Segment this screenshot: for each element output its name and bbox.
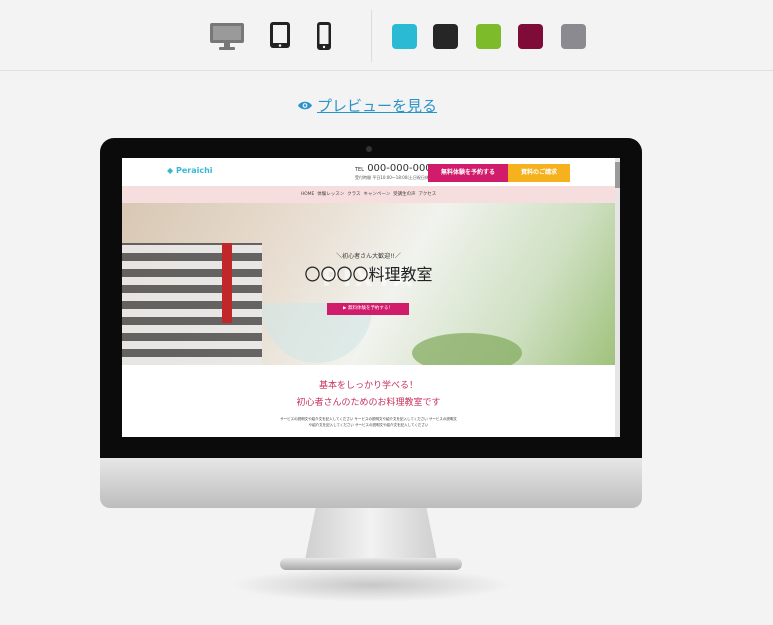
camera-dot: [366, 146, 372, 152]
preview-screen[interactable]: ◆ Peraichi TEL 000-000-0000 受付時間 平日10:00…: [122, 158, 620, 437]
color-swatch-cyan[interactable]: [392, 24, 417, 49]
monitor-chin: [100, 458, 642, 508]
nav-item-voice[interactable]: 受講生の声: [393, 192, 416, 197]
color-swatch-gray[interactable]: [561, 24, 586, 49]
nav-item-home[interactable]: HOME: [301, 192, 315, 197]
site-tel: TEL 000-000-0000: [355, 163, 439, 174]
hero-photo-salad: [412, 333, 522, 365]
nav-item-class[interactable]: クラス: [347, 192, 360, 197]
monitor-base: [280, 558, 462, 570]
smartphone-icon[interactable]: [314, 21, 334, 51]
hero-title: 〇〇〇〇料理教室: [304, 265, 433, 284]
preview-scrollbar[interactable]: [615, 158, 620, 437]
monitor-shadow: [230, 568, 512, 602]
section-body-line2: や紹介文を記入してください サービスの説明文や紹介文を記入してください: [308, 423, 429, 427]
eye-icon: [298, 101, 312, 109]
docs-request-button[interactable]: 資料のご請求: [508, 164, 570, 182]
site-header: ◆ Peraichi TEL 000-000-0000 受付時間 平日10:00…: [122, 158, 615, 186]
site-hours: 受付時間 平日10:00〜18:00(土日祝日休業): [355, 175, 435, 180]
nav-item-trial[interactable]: 体験レッスン: [317, 192, 344, 197]
site-nav: HOME 体験レッスン クラス キャンペーン 受講生の声 アクセス: [122, 186, 615, 203]
logo-icon: ◆: [167, 166, 174, 175]
toolbar-divider: [371, 10, 372, 62]
content-section: 基本をしっかり学べる！ 初心者さんのためのお料理教室です サービスの説明文や紹介…: [122, 365, 615, 437]
scrollbar-thumb[interactable]: [615, 162, 620, 188]
preview-link-label: プレビューを見る: [317, 96, 438, 115]
desktop-icon[interactable]: [209, 22, 245, 50]
hero-cta-button[interactable]: ▶ 無料体験を予約する！: [327, 303, 409, 315]
site-logo: ◆ Peraichi: [167, 166, 213, 175]
hero-image: PIXTA ＼初心者さん大歓迎!!／ 〇〇〇〇料理教室 ▶ 無料体験を予約する！: [122, 203, 615, 365]
trial-button[interactable]: 無料体験を予約する: [428, 164, 508, 182]
color-swatch-maroon[interactable]: [518, 24, 543, 49]
nav-item-campaign[interactable]: キャンペーン: [363, 192, 390, 197]
hero-subtitle: ＼初心者さん大歓迎!!／: [336, 253, 401, 260]
nav-item-access[interactable]: アクセス: [418, 192, 436, 197]
tablet-icon[interactable]: [268, 21, 292, 49]
color-swatch-green[interactable]: [476, 24, 501, 49]
section-body: サービスの説明文や紹介文を記入してください サービスの説明文や紹介文を記入してく…: [122, 416, 615, 428]
color-swatch-black[interactable]: [433, 24, 458, 49]
section-subheading: 初心者さんのためのお料理教室です: [296, 398, 441, 408]
preview-link[interactable]: プレビューを見る: [297, 94, 437, 116]
monitor-stand: [305, 508, 437, 560]
section-heading: 基本をしっかり学べる！: [318, 381, 418, 391]
device-toolbar: [0, 0, 773, 71]
